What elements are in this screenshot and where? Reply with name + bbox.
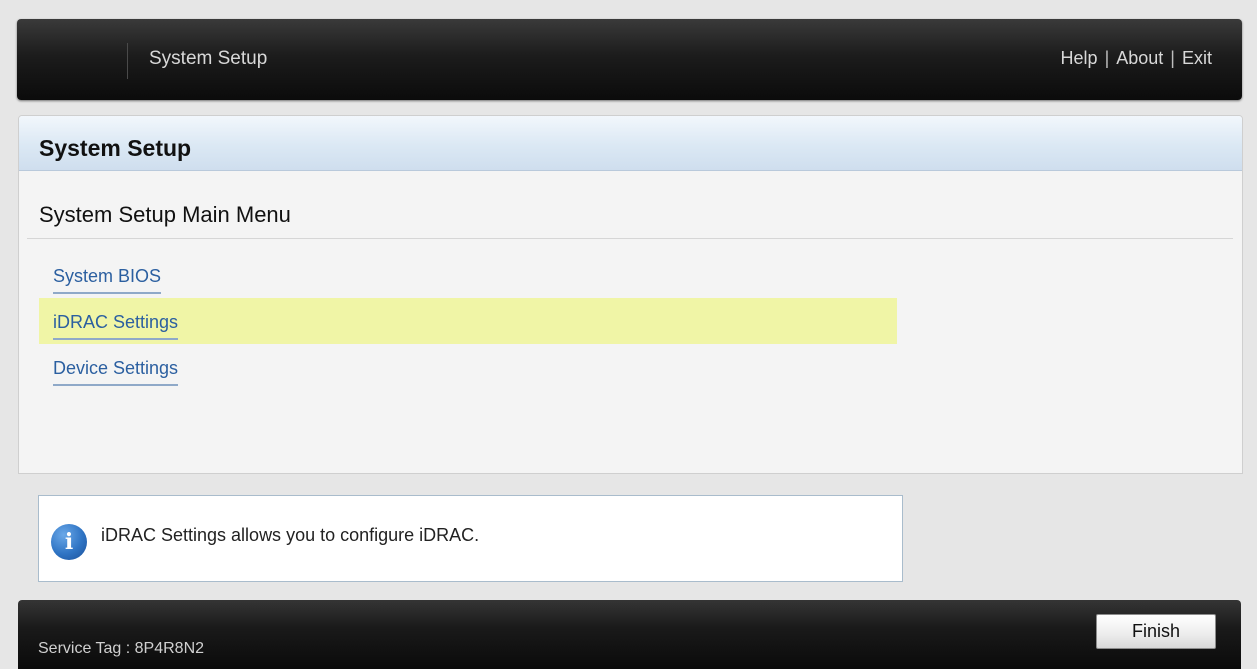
menu-item-label[interactable]: iDRAC Settings [53, 312, 179, 340]
menu-item-label[interactable]: Device Settings [53, 358, 179, 386]
link-separator: | [1104, 48, 1110, 68]
footer-bar: Service Tag : 8P4R8N2 Finish [18, 600, 1241, 669]
help-link[interactable]: Help [1061, 48, 1098, 68]
main-panel: System Setup System Setup Main Menu Syst… [18, 115, 1243, 474]
top-bar: System Setup Help | About | Exit [17, 19, 1242, 100]
panel-header: System Setup [19, 116, 1242, 171]
service-tag: Service Tag : 8P4R8N2 [38, 640, 205, 657]
menu-item-label[interactable]: System BIOS [53, 266, 162, 294]
header-links: Help | About | Exit [1061, 48, 1212, 69]
menu-item-device-settings[interactable]: Device Settings [39, 344, 897, 390]
app-title: System Setup [149, 48, 268, 69]
link-separator: | [1170, 48, 1175, 68]
exit-link[interactable]: Exit [1182, 48, 1212, 68]
finish-button[interactable]: Finish [1096, 614, 1216, 649]
menu-heading: System Setup Main Menu [39, 202, 291, 227]
menu-item-system-bios[interactable]: System BIOS [39, 252, 897, 298]
about-link[interactable]: About [1116, 48, 1163, 68]
info-box: i iDRAC Settings allows you to configure… [38, 495, 903, 582]
info-message: iDRAC Settings allows you to configure i… [101, 525, 480, 545]
menu-item-idrac-settings[interactable]: iDRAC Settings [39, 298, 897, 344]
title-divider [127, 43, 128, 79]
page-title: System Setup [39, 135, 192, 161]
info-icon: i [51, 524, 87, 560]
divider [27, 238, 1233, 239]
